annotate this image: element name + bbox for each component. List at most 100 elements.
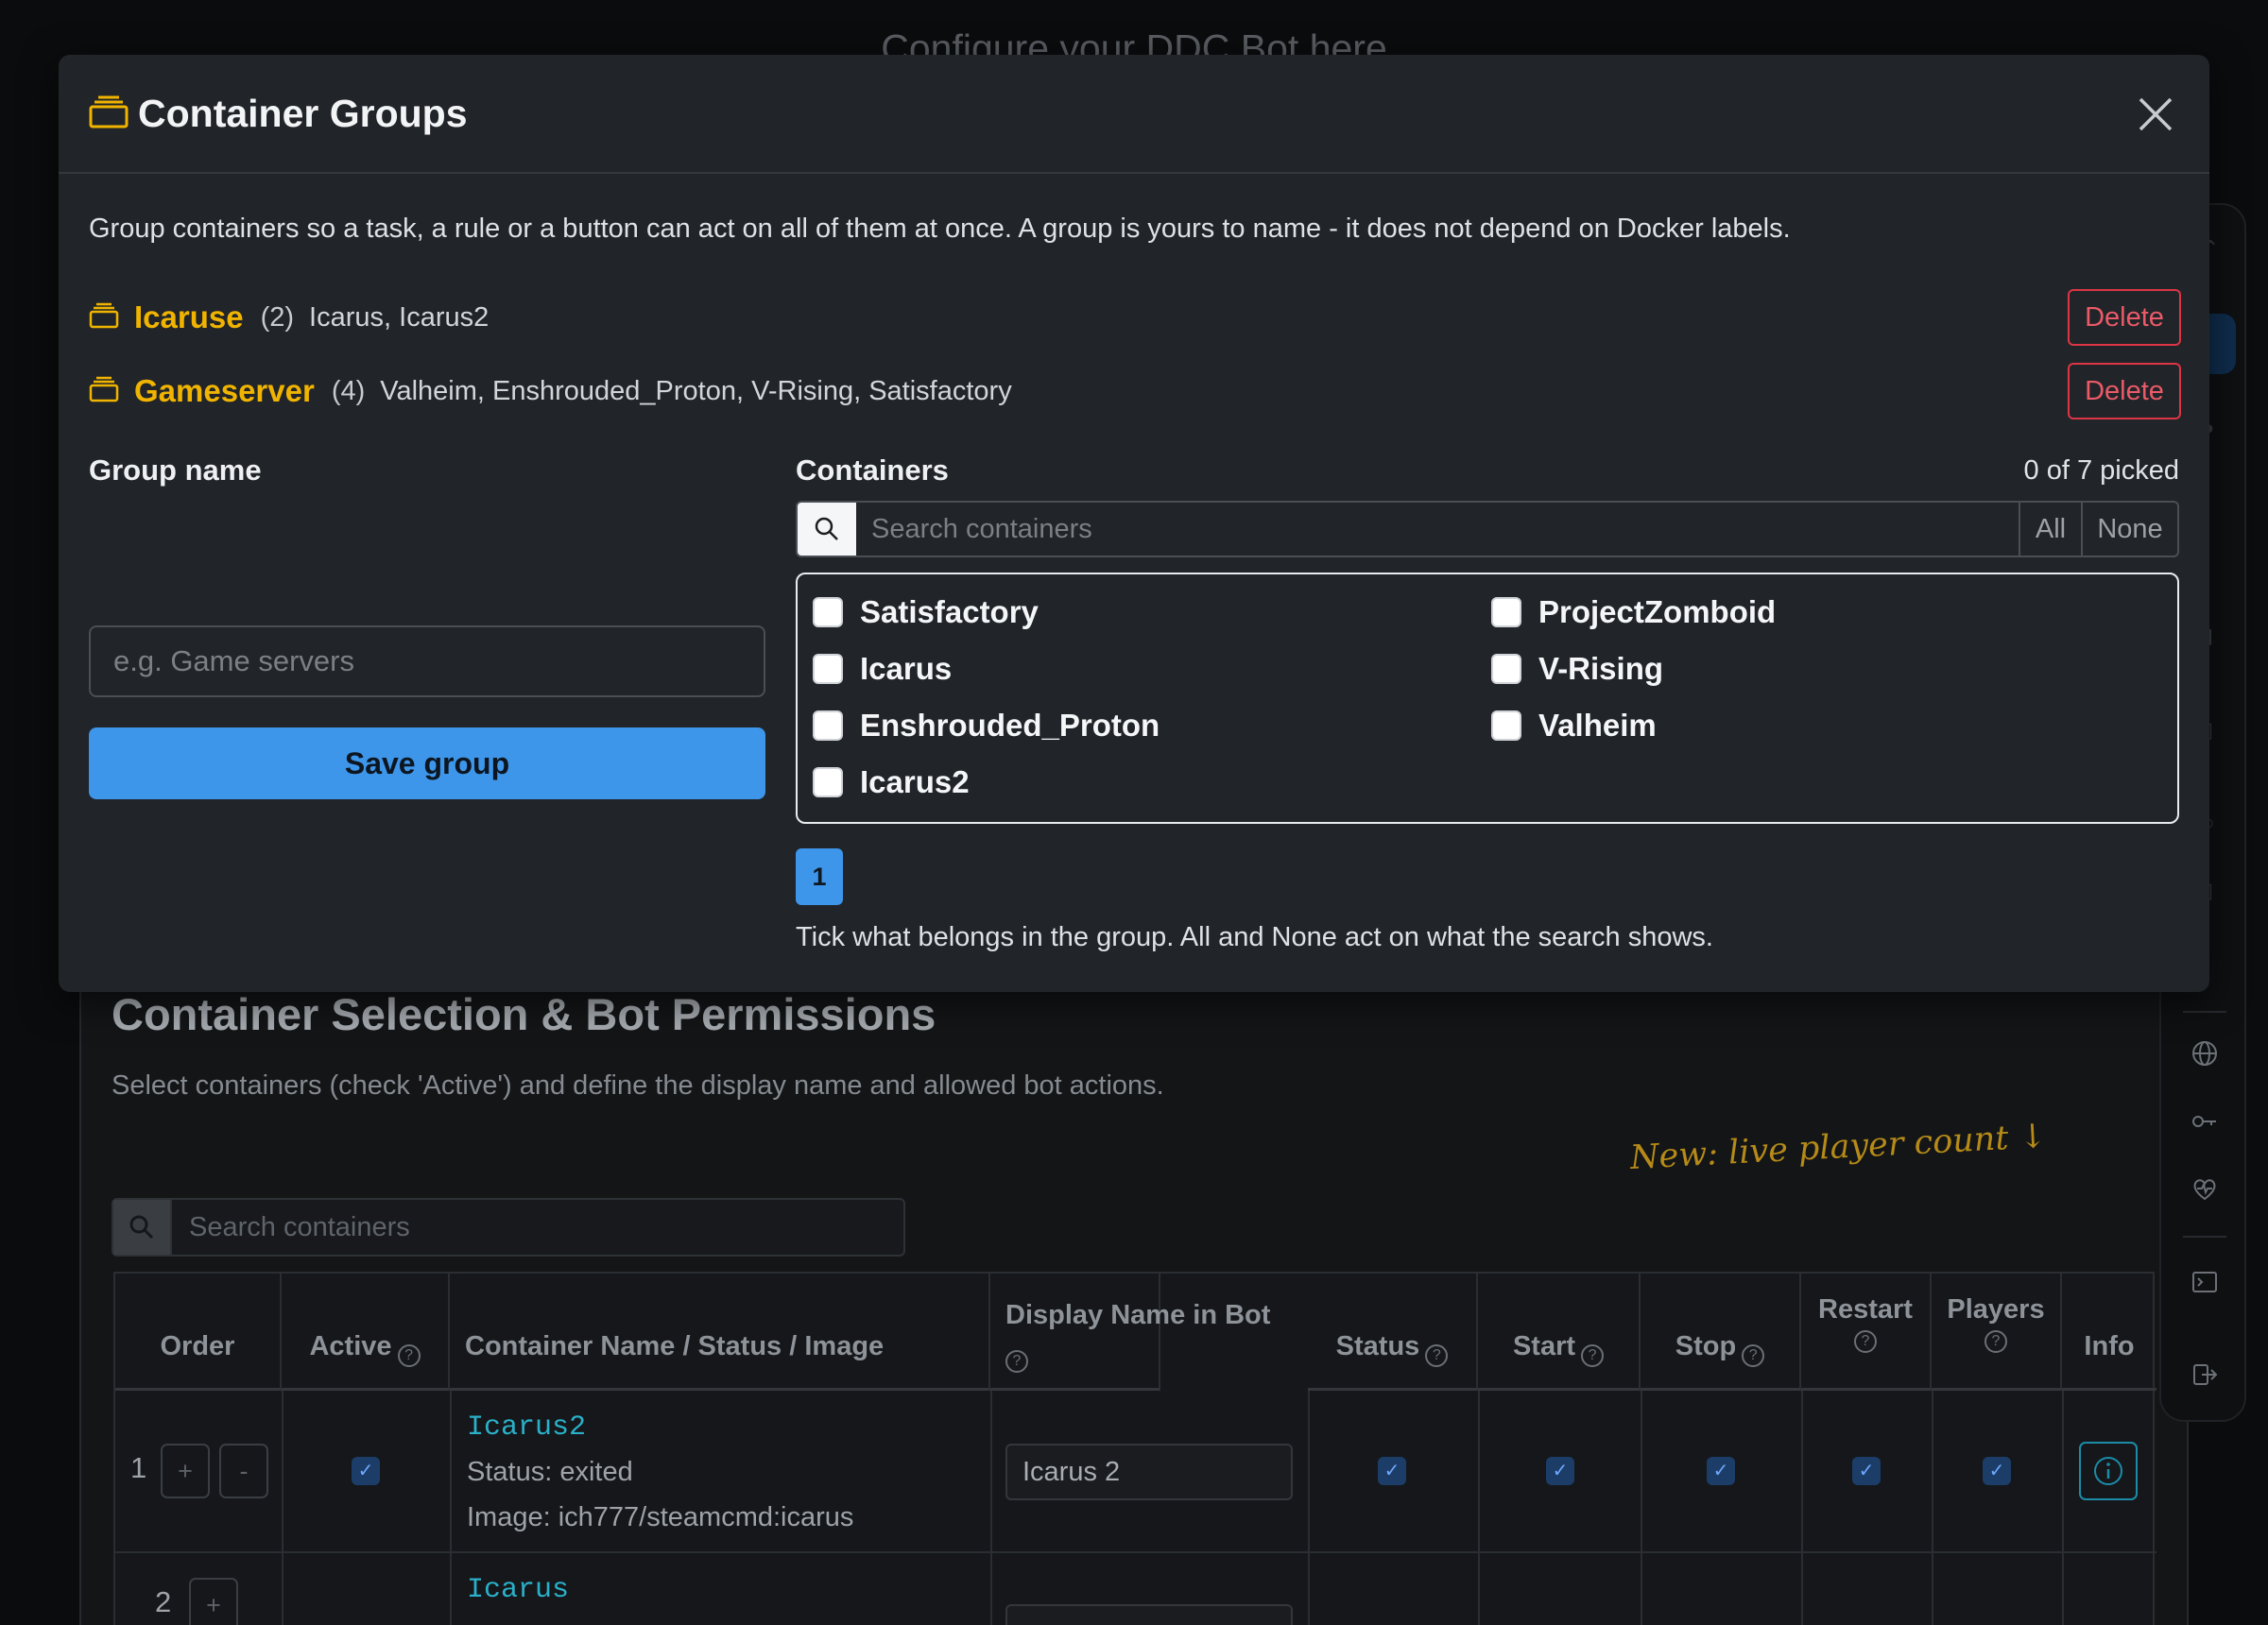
- modal-header: Container Groups: [59, 55, 2209, 174]
- delete-group-button[interactable]: Delete: [2068, 289, 2181, 346]
- th-name: Container Name / Status / Image: [450, 1274, 990, 1391]
- container-option-label: Icarus2: [860, 764, 970, 799]
- row-order: 1: [130, 1451, 147, 1484]
- stop-checkbox[interactable]: ✓: [1707, 1457, 1735, 1485]
- group-row: Gameserver (4) Valheim, Enshrouded_Proto…: [89, 363, 2181, 419]
- sidebar-divider: [2183, 1236, 2226, 1238]
- container-table: Order Active? Container Name / Status / …: [113, 1272, 2156, 1625]
- th-start: Start?: [1478, 1274, 1641, 1391]
- status-checkbox[interactable]: ✓: [1378, 1457, 1406, 1485]
- start-checkbox[interactable]: ✓: [1546, 1457, 1574, 1485]
- th-active: Active?: [282, 1274, 450, 1391]
- globe-icon[interactable]: [2191, 1039, 2219, 1068]
- key-icon[interactable]: [2191, 1107, 2219, 1136]
- container-checkbox[interactable]: [1491, 654, 1521, 684]
- th-display-label: Display Name in Bot?: [1005, 1294, 1298, 1377]
- section-title: Container Selection & Bot Permissions: [112, 989, 936, 1039]
- group-count: (2): [260, 301, 295, 333]
- hint-text: Tick what belongs in the group. All and …: [796, 922, 1713, 952]
- folder-stack-icon: [89, 376, 119, 407]
- picked-count: 0 of 7 picked: [2023, 455, 2179, 486]
- help-icon[interactable]: ?: [1984, 1329, 2007, 1353]
- th-stop: Stop?: [1641, 1274, 1801, 1391]
- container-checkbox[interactable]: [813, 597, 843, 627]
- th-players: Players?: [1932, 1274, 2062, 1391]
- group-members: Icarus, Icarus2: [309, 301, 490, 333]
- container-name-link[interactable]: Icarus2: [467, 1411, 586, 1444]
- container-option[interactable]: Satisfactory: [813, 593, 1039, 631]
- group-count: (4): [331, 375, 366, 406]
- container-option[interactable]: Icarus2: [813, 763, 970, 801]
- container-checkbox[interactable]: [1491, 597, 1521, 627]
- search-icon: [113, 1200, 172, 1255]
- display-name-input[interactable]: Icarus 2: [1005, 1444, 1293, 1500]
- container-option-label: Icarus: [860, 651, 953, 686]
- th-order: Order: [115, 1274, 282, 1391]
- save-group-button[interactable]: Save group: [89, 727, 765, 799]
- players-checkbox[interactable]: ✓: [1983, 1457, 2011, 1485]
- containers-label: Containers: [796, 453, 949, 487]
- help-icon[interactable]: ?: [1425, 1344, 1449, 1367]
- group-name-label: Group name: [89, 453, 262, 487]
- close-button[interactable]: [2130, 89, 2181, 140]
- group-members: Valheim, Enshrouded_Proton, V-Rising, Sa…: [380, 375, 1012, 406]
- move-up-button[interactable]: +: [161, 1444, 210, 1498]
- container-option[interactable]: Enshrouded_Proton: [813, 707, 1160, 744]
- container-option-label: Valheim: [1538, 708, 1657, 743]
- help-icon[interactable]: ?: [1854, 1329, 1877, 1353]
- restart-checkbox[interactable]: ✓: [1852, 1457, 1881, 1485]
- row-order: 2: [155, 1585, 172, 1618]
- modal-title: Container Groups: [138, 91, 468, 135]
- pagination-page-button[interactable]: 1: [796, 848, 843, 905]
- container-option[interactable]: Icarus: [813, 650, 952, 688]
- select-none-button[interactable]: None: [2081, 503, 2177, 556]
- group-name: Icaruse: [134, 299, 244, 334]
- info-button[interactable]: [2079, 1442, 2138, 1500]
- section-description: Select containers (check 'Active') and d…: [112, 1070, 1164, 1101]
- heart-pulse-icon[interactable]: [2191, 1174, 2219, 1203]
- sidebar-divider: [2183, 1011, 2226, 1013]
- group-row: Icaruse (2) Icarus, Icarus2 Delete: [89, 289, 2181, 346]
- folder-stack-icon: [89, 302, 119, 334]
- select-all-button[interactable]: All: [2019, 503, 2081, 556]
- container-search-input[interactable]: [856, 503, 2019, 556]
- move-up-button[interactable]: +: [189, 1578, 238, 1625]
- container-groups-modal: Container Groups Group containers so a t…: [59, 55, 2209, 992]
- container-checkbox[interactable]: [1491, 710, 1521, 741]
- help-icon[interactable]: ?: [1581, 1344, 1605, 1367]
- container-list: Satisfactory Icarus Enshrouded_Proton Ic…: [796, 573, 2179, 824]
- container-option[interactable]: ProjectZomboid: [1491, 593, 1776, 631]
- logout-icon[interactable]: [2191, 1360, 2219, 1389]
- active-checkbox[interactable]: ✓: [352, 1457, 380, 1485]
- help-icon[interactable]: ?: [1005, 1350, 1028, 1373]
- background-search[interactable]: Search containers: [112, 1198, 905, 1257]
- th-status: Status?: [1308, 1274, 1478, 1391]
- delete-group-button[interactable]: Delete: [2068, 363, 2181, 419]
- container-option[interactable]: V-Rising: [1491, 650, 1663, 688]
- container-option-label: Enshrouded_Proton: [860, 708, 1160, 743]
- group-name: Gameserver: [134, 373, 315, 408]
- th-restart: Restart?: [1801, 1274, 1932, 1391]
- move-down-button[interactable]: -: [219, 1444, 268, 1498]
- group-name-input[interactable]: [89, 625, 765, 697]
- display-name-input[interactable]: [1005, 1604, 1293, 1625]
- container-option[interactable]: Valheim: [1491, 707, 1657, 744]
- container-checkbox[interactable]: [813, 710, 843, 741]
- container-image: Image: ich777/steamcmd:icarus: [467, 1502, 854, 1532]
- container-status: Status: exited: [467, 1457, 633, 1487]
- terminal-icon[interactable]: [2191, 1268, 2219, 1296]
- container-search: All None: [796, 501, 2179, 557]
- search-icon: [798, 503, 856, 556]
- intro-text: Group containers so a task, a rule or a …: [89, 214, 1791, 244]
- container-option-label: V-Rising: [1538, 651, 1664, 686]
- help-icon[interactable]: ?: [397, 1344, 421, 1367]
- container-checkbox[interactable]: [813, 767, 843, 797]
- container-name-link[interactable]: Icarus: [467, 1574, 569, 1606]
- close-icon: [2139, 97, 2173, 131]
- container-checkbox[interactable]: [813, 654, 843, 684]
- search-placeholder: Search containers: [189, 1212, 410, 1242]
- folder-stack-icon: [89, 94, 129, 133]
- help-icon[interactable]: ?: [1742, 1344, 1765, 1367]
- container-option-label: Satisfactory: [860, 594, 1039, 629]
- info-icon: [2094, 1457, 2122, 1485]
